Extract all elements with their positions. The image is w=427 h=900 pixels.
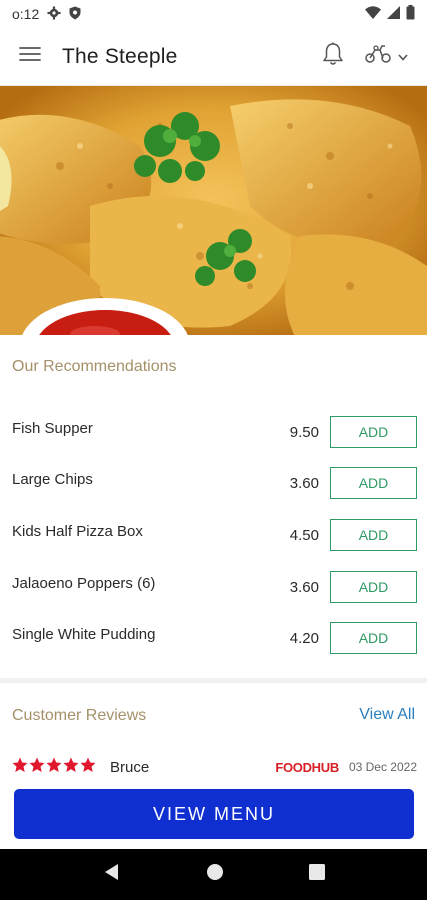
menu-item-price: 3.60: [289, 475, 319, 492]
section-divider: [0, 678, 427, 683]
add-to-cart-button[interactable]: ADD: [330, 622, 417, 654]
app-bar: The Steeple: [0, 28, 427, 86]
add-to-cart-button[interactable]: ADD: [330, 416, 417, 448]
bell-icon: [322, 42, 344, 71]
status-bar: o:12: [0, 0, 427, 28]
review-date: 03 Dec 2022: [348, 760, 417, 774]
scooter-icon: [364, 44, 392, 69]
menu-item-price: 3.60: [289, 579, 319, 596]
battery-icon: [406, 5, 415, 23]
fried-fish-photo: [0, 86, 427, 335]
review-item[interactable]: Bruce FOODHUB 03 Dec 2022: [12, 756, 417, 778]
menu-item-name: Single White Pudding: [12, 626, 156, 643]
reviewer-name: Bruce: [110, 758, 150, 776]
home-icon[interactable]: [206, 863, 224, 886]
add-to-cart-button[interactable]: ADD: [330, 571, 417, 603]
wifi-icon: [365, 5, 381, 23]
shield-icon: [69, 6, 81, 23]
menu-item-price: 4.20: [289, 630, 319, 647]
recommendations-title: Our Recommendations: [12, 358, 177, 375]
hero-image: [0, 86, 427, 335]
view-all-reviews-link[interactable]: View All: [359, 706, 415, 724]
menu-item-name: Large Chips: [12, 471, 93, 488]
add-to-cart-button[interactable]: ADD: [330, 467, 417, 499]
menu-item-name: Kids Half Pizza Box: [12, 523, 143, 540]
page-title: The Steeple: [62, 44, 178, 68]
chevron-down-icon: [398, 48, 408, 66]
reviews-title: Customer Reviews: [12, 707, 147, 724]
app-actions: [317, 41, 413, 73]
hamburger-menu-button[interactable]: [14, 41, 46, 73]
back-icon[interactable]: [103, 863, 121, 886]
status-left: o:12: [12, 6, 81, 23]
menu-item-name: Jalaoeno Poppers (6): [12, 575, 156, 592]
star-icon: [29, 757, 45, 778]
menu-item-row: Kids Half Pizza Box 4.50 ADD: [0, 519, 427, 571]
menu-item-row: Jalaoeno Poppers (6) 3.60 ADD: [0, 571, 427, 623]
star-icon: [46, 757, 62, 778]
star-icon: [63, 757, 79, 778]
menu-item-row: Fish Supper 9.50 ADD: [0, 416, 427, 468]
star-rating: [12, 757, 96, 778]
menu-item-price: 9.50: [289, 424, 319, 441]
star-icon: [80, 757, 96, 778]
settings-gear-icon: [47, 6, 61, 23]
foodhub-logo: FOODHUB: [275, 759, 339, 775]
menu-item-row: Large Chips 3.60 ADD: [0, 467, 427, 519]
recents-icon[interactable]: [308, 864, 325, 885]
menu-item-price: 4.50: [289, 527, 319, 544]
star-icon: [12, 757, 28, 778]
system-nav-bar: [0, 849, 427, 900]
signal-icon: [387, 6, 400, 22]
menu-item-name: Fish Supper: [12, 420, 93, 437]
add-to-cart-button[interactable]: ADD: [330, 519, 417, 551]
notifications-button[interactable]: [317, 41, 349, 73]
view-menu-button[interactable]: VIEW MENU: [14, 789, 414, 839]
menu-item-row: Single White Pudding 4.20 ADD: [0, 622, 427, 674]
status-right: [365, 5, 415, 23]
delivery-mode-button[interactable]: [359, 41, 413, 73]
hamburger-icon: [19, 46, 41, 67]
status-time: o:12: [12, 6, 40, 22]
